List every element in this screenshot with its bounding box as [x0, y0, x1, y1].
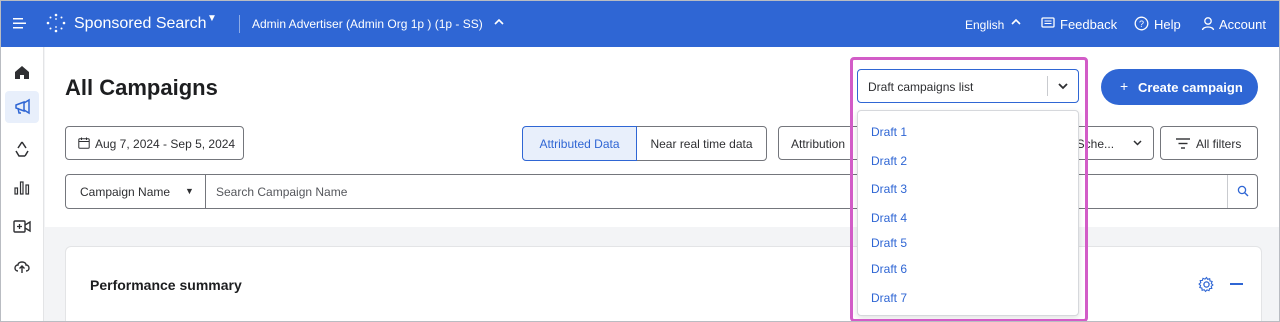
recycle-icon[interactable] [12, 139, 32, 159]
collapse-icon[interactable] [1230, 283, 1243, 285]
help-link[interactable]: Help [1154, 17, 1181, 32]
performance-summary-title: Performance summary [90, 277, 242, 293]
top-nav-bar: Sponsored Search ▼ Admin Advertiser (Adm… [1, 1, 1279, 47]
search-field-value: Campaign Name [80, 185, 171, 199]
date-range-value: Aug 7, 2024 - Sep 5, 2024 [95, 137, 236, 151]
cloud-upload-icon[interactable] [12, 257, 32, 277]
chevron-up-icon[interactable] [1010, 16, 1022, 31]
chevron-up-icon[interactable] [493, 16, 505, 31]
feedback-link[interactable]: Feedback [1060, 17, 1117, 32]
app-frame: Sponsored Search ▼ Admin Advertiser (Adm… [0, 0, 1280, 322]
user-icon[interactable] [1201, 16, 1215, 34]
megaphone-icon [15, 98, 30, 115]
create-campaign-label: Create campaign [1138, 80, 1243, 95]
feedback-icon[interactable] [1041, 17, 1055, 33]
video-icon[interactable] [12, 217, 32, 237]
tab-near-real-time-data[interactable]: Near real time data [636, 126, 767, 161]
home-icon[interactable] [12, 63, 32, 83]
search-input[interactable]: Search Campaign Name [216, 185, 347, 199]
settings-gear-icon[interactable] [1198, 276, 1215, 298]
filter-icon [1176, 138, 1190, 152]
attribution-label: Attribution [791, 137, 846, 151]
advertiser-selector[interactable]: Admin Advertiser (Admin Org 1p ) (1p - S… [252, 17, 483, 31]
date-range-picker[interactable]: Aug 7, 2024 - Sep 5, 2024 [65, 126, 244, 160]
product-caret-icon[interactable]: ▼ [207, 13, 217, 24]
create-campaign-button[interactable]: + Create campaign [1101, 69, 1258, 105]
highlight-annotation-box [850, 57, 1088, 321]
caret-down-icon: ▼ [185, 186, 194, 196]
page-title: All Campaigns [65, 75, 218, 100]
chevron-down-icon [1132, 137, 1143, 151]
account-link[interactable]: Account [1219, 17, 1266, 32]
calendar-icon [78, 137, 90, 152]
all-filters-button[interactable]: All filters [1160, 126, 1258, 160]
menu-toggle-icon[interactable] [13, 17, 27, 32]
svg-text:?: ? [1139, 19, 1144, 29]
tab-attributed-data[interactable]: Attributed Data [522, 126, 637, 161]
search-icon [1237, 185, 1249, 197]
divider [239, 15, 240, 33]
sidebar-item-campaigns[interactable] [5, 91, 39, 123]
plus-icon: + [1120, 78, 1129, 94]
search-button[interactable] [1227, 175, 1258, 208]
tab-attributed-data-label: Attributed Data [539, 137, 620, 151]
help-icon[interactable]: ? [1134, 16, 1149, 34]
tab-near-real-time-label: Near real time data [650, 137, 753, 151]
language-selector[interactable]: English [965, 18, 1004, 32]
spark-logo-icon [45, 12, 67, 37]
product-switcher[interactable]: Sponsored Search [74, 15, 207, 33]
search-field-select[interactable]: Campaign Name ▼ [66, 175, 206, 208]
bar-chart-icon[interactable] [12, 177, 32, 197]
all-filters-label: All filters [1196, 137, 1242, 151]
sidebar [1, 47, 44, 321]
